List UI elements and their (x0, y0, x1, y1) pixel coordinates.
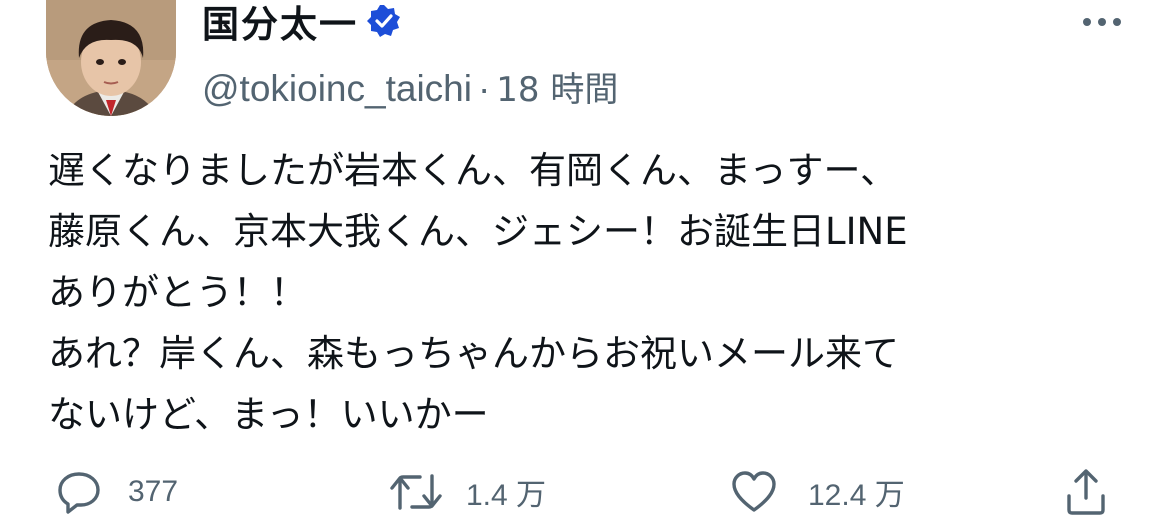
avatar[interactable] (46, 0, 176, 116)
tweet-text-line: あれ？岸くん、森もっちゃんからお祝いメール来て (48, 332, 899, 375)
like-button[interactable]: 12.4 万 (730, 462, 905, 522)
verified-badge-icon (366, 3, 402, 39)
tweet-card: 国分太一 @tokioinc_taichi · 18 時間 遅くなりましたが岩本… (0, 0, 1170, 525)
handle[interactable]: @tokioinc_taichi (202, 68, 472, 110)
retweet-count: 1.4 万 (466, 479, 547, 512)
author-name-row: 国分太一 (202, 0, 402, 46)
tweet-text-line: ないけど、まっ！いいかー (48, 393, 489, 436)
tweet-text-line: 遅くなりましたが岩本くん、有岡くん、まっすー、 (48, 149, 898, 192)
more-options-icon[interactable] (1080, 10, 1124, 34)
tweet-text-line: ありがとう！！ (48, 271, 307, 314)
retweet-icon (390, 474, 442, 510)
share-button[interactable] (1064, 462, 1108, 522)
timestamp[interactable]: 18 時間 (496, 62, 618, 111)
reply-count: 377 (128, 475, 179, 508)
avatar-photo (46, 0, 176, 116)
retweet-button[interactable]: 1.4 万 (388, 462, 546, 522)
like-count: 12.4 万 (808, 479, 905, 512)
share-icon (1067, 469, 1105, 515)
handle-separator: · (477, 68, 491, 109)
tweet-actions-bar: 377 1.4 万 12.4 万 (0, 462, 1170, 522)
handle-row: @tokioinc_taichi · 18 時間 (202, 62, 618, 111)
like-heart-icon (732, 471, 776, 512)
display-name[interactable]: 国分太一 (202, 0, 358, 48)
reply-icon (58, 472, 100, 514)
tweet-body: 遅くなりましたが岩本くん、有岡くん、まっすー、 藤原くん、京本大我くん、ジェシー… (48, 140, 1138, 445)
reply-button[interactable]: 377 (56, 462, 178, 522)
tweet-text-line: 藤原くん、京本大我くん、ジェシー！お誕生日LINE (48, 210, 908, 253)
